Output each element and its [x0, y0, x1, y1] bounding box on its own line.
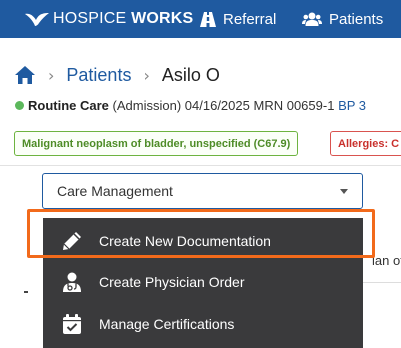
menu-item-label: Create Physician Order — [99, 274, 245, 290]
nav-referral[interactable]: Referral — [200, 0, 276, 38]
menu-item-manage-certifications[interactable]: Manage Certifications — [43, 303, 363, 345]
diagnosis-tag[interactable]: Malignant neoplasm of bladder, unspecifi… — [14, 131, 299, 156]
brand-name-bold: WORKS — [131, 10, 194, 27]
menu-item-label: Manage Certifications — [99, 316, 235, 332]
brand[interactable]: HOSPICE WORKS — [24, 0, 193, 38]
pencil-icon — [59, 228, 85, 254]
menu-item-create-new-documentation[interactable]: Create New Documentation — [43, 220, 363, 262]
breadcrumb: › Patients › Asilo O — [14, 62, 220, 88]
nav-patients[interactable]: Patients — [302, 0, 383, 38]
top-navbar: HOSPICE WORKS Referral Patients — [0, 0, 401, 38]
menu-item-create-physician-order[interactable]: Create Physician Order — [43, 261, 363, 303]
mrn-value: 00659-1 — [286, 98, 335, 113]
divider — [360, 282, 401, 283]
brand-name-light: HOSPICE — [53, 10, 132, 27]
admission-date: 04/16/2025 — [184, 98, 250, 113]
bird-logo-icon — [25, 13, 49, 26]
dropdown-menu: Create New Documentation Create Physicia… — [43, 218, 363, 348]
caret-down-icon — [340, 189, 348, 194]
select-value: Care Management — [57, 183, 173, 199]
divider — [0, 165, 401, 166]
background-mark — [24, 291, 28, 293]
road-icon — [200, 11, 216, 27]
calendar-check-icon — [59, 311, 85, 337]
allergies-tag[interactable]: Allergies: C — [330, 131, 401, 156]
bp-link[interactable]: BP 3 — [338, 98, 366, 113]
users-icon — [302, 12, 322, 26]
physician-icon — [59, 269, 85, 295]
nav-patients-label: Patients — [329, 10, 384, 28]
home-icon[interactable] — [14, 65, 36, 85]
chevron-right-icon: › — [143, 65, 150, 85]
brand-name: HOSPICE WORKS — [53, 10, 193, 28]
nav-referral-label: Referral — [223, 10, 277, 28]
care-management-select[interactable]: Care Management — [42, 173, 363, 209]
care-level: Routine Care — [28, 98, 109, 113]
breadcrumb-current-patient: Asilo O — [161, 64, 220, 85]
mrn-label: MRN — [253, 98, 284, 113]
patient-status-line: Routine Care (Admission) 04/16/2025 MRN … — [15, 98, 366, 113]
menu-item-label: Create New Documentation — [99, 233, 271, 249]
status-dot-icon — [15, 101, 24, 110]
chevron-right-icon: › — [48, 65, 55, 85]
admission-label: (Admission) — [112, 98, 182, 113]
background-tab-label: lan of — [372, 253, 401, 268]
breadcrumb-patients-link[interactable]: Patients — [66, 65, 131, 86]
